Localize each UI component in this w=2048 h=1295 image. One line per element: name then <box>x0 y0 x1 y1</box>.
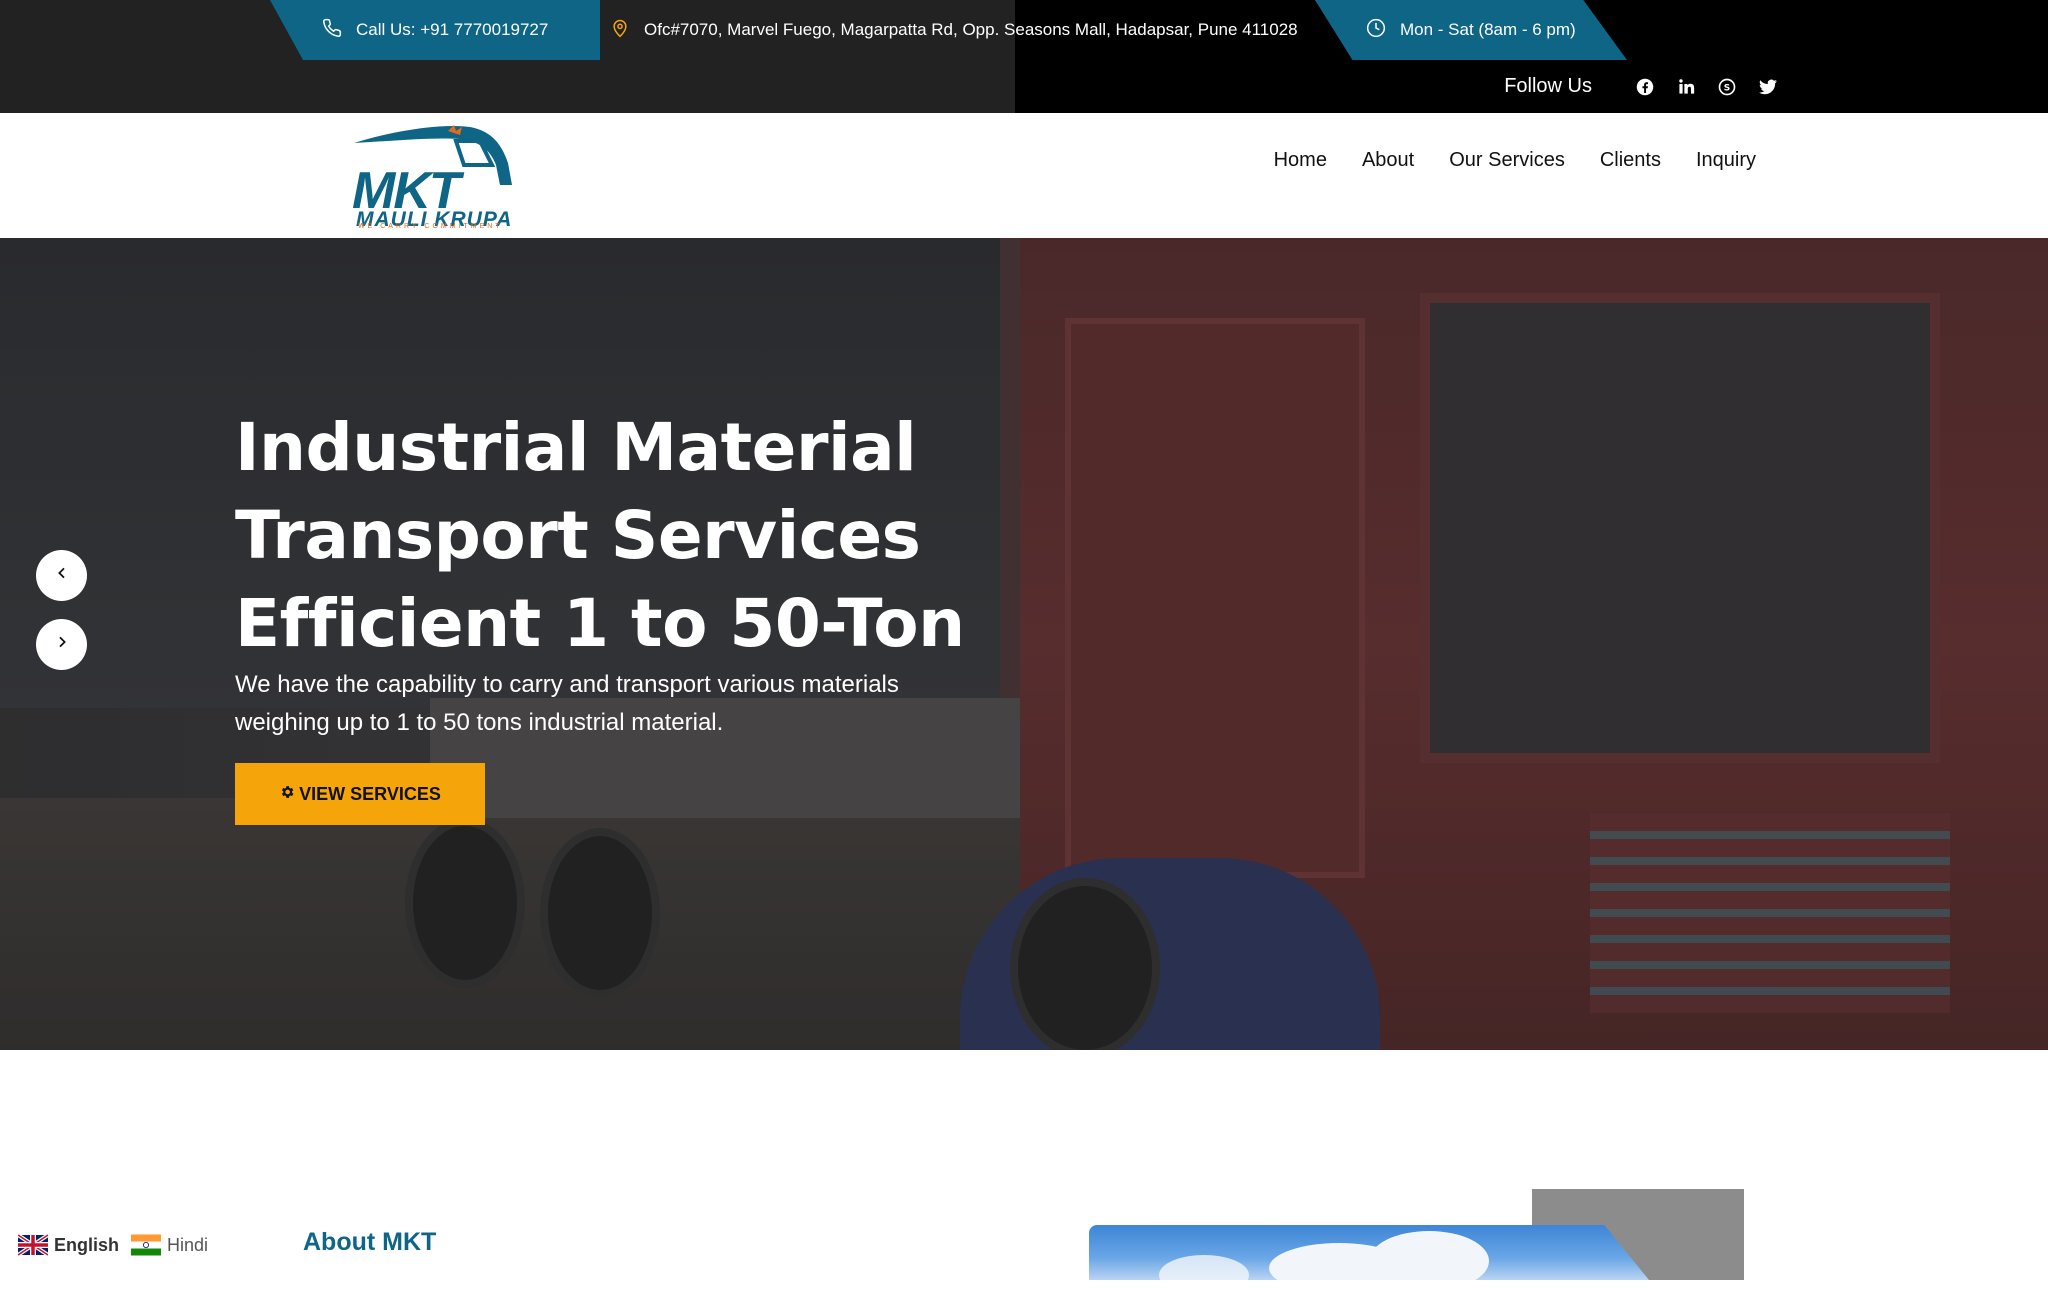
linkedin-icon[interactable] <box>1676 77 1696 97</box>
gear-icon <box>279 784 299 805</box>
hero-slider: Industrial Material Transport Services E… <box>0 238 2048 1050</box>
twitter-icon[interactable] <box>1758 77 1778 97</box>
about-section-title: About MKT <box>303 1228 437 1256</box>
hours-text: Mon - Sat (8am - 6 pm) <box>1400 20 1576 39</box>
cloud-shape <box>1369 1231 1489 1280</box>
phone-icon <box>322 18 356 43</box>
facebook-icon[interactable] <box>1635 77 1655 97</box>
top-info-bar: Call Us: +91 7770019727 Ofc#7070, Marvel… <box>0 0 2048 113</box>
call-info[interactable]: Call Us: +91 7770019727 <box>322 0 548 60</box>
nav-our-services[interactable]: Our Services <box>1449 149 1565 172</box>
skype-icon[interactable]: S <box>1717 77 1737 97</box>
logo-tagline: WE CARRY COMMITMENT <box>358 223 503 230</box>
about-image <box>1089 1225 1649 1280</box>
language-switcher: English Hindi <box>16 1233 220 1257</box>
hero-title-line: Transport Services <box>235 497 921 574</box>
nav-home[interactable]: Home <box>1274 149 1327 172</box>
site-header: MKT MAULI KRUPA WE CARRY COMMITMENT Home… <box>0 113 2048 238</box>
main-nav: Home About Our Services Clients Inquiry <box>1274 149 1756 172</box>
nav-clients[interactable]: Clients <box>1600 149 1661 172</box>
slider-prev-button[interactable] <box>36 550 87 601</box>
chevron-right-icon <box>54 634 70 655</box>
uk-flag-icon <box>16 1233 50 1257</box>
slider-next-button[interactable] <box>36 619 87 670</box>
view-services-button[interactable]: VIEW SERVICES <box>235 763 485 825</box>
call-text: Call Us: +91 7770019727 <box>356 20 549 39</box>
chevron-left-icon <box>54 565 70 586</box>
hero-title: Industrial Material Transport Services E… <box>235 404 1135 668</box>
follow-us: Follow Us S <box>1504 60 1778 113</box>
map-pin-icon <box>610 17 644 44</box>
address-text: Ofc#7070, Marvel Fuego, Magarpatta Rd, O… <box>644 20 1298 39</box>
address-info: Ofc#7070, Marvel Fuego, Magarpatta Rd, O… <box>610 0 1298 60</box>
hero-subtitle: We have the capability to carry and tran… <box>235 671 899 736</box>
nav-inquiry[interactable]: Inquiry <box>1696 149 1756 172</box>
site-logo[interactable]: MKT MAULI KRUPA WE CARRY COMMITMENT <box>352 123 522 231</box>
svg-text:S: S <box>1724 83 1730 93</box>
hero-title-line: Industrial Material <box>235 409 917 486</box>
cloud-shape <box>1159 1255 1249 1280</box>
nav-about[interactable]: About <box>1362 149 1414 172</box>
lang-hindi[interactable]: Hindi <box>131 1234 208 1256</box>
hero-title-line: Efficient 1 to 50-Ton <box>235 585 965 662</box>
clock-icon <box>1366 18 1400 43</box>
hours-info: Mon - Sat (8am - 6 pm) <box>1366 0 1576 60</box>
lang-hindi-label: Hindi <box>167 1234 209 1255</box>
lang-english[interactable]: English <box>16 1233 120 1257</box>
view-services-label: VIEW SERVICES <box>299 783 441 804</box>
contact-strip: Call Us: +91 7770019727 Ofc#7070, Marvel… <box>0 0 2048 60</box>
india-flag-icon <box>131 1234 162 1256</box>
lang-english-label: English <box>54 1234 120 1255</box>
follow-us-label: Follow Us <box>1504 75 1592 97</box>
